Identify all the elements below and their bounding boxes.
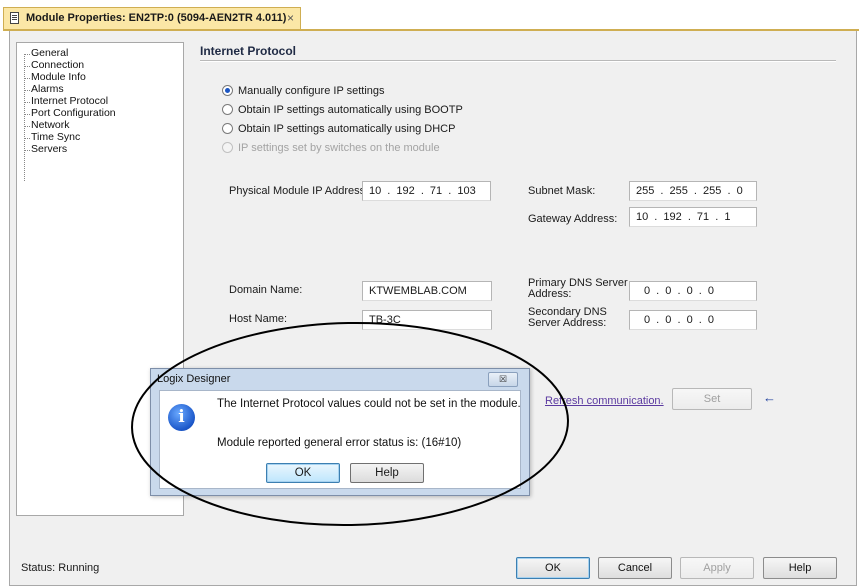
domain-name-label: Domain Name:: [229, 284, 303, 296]
tab-module-properties[interactable]: Module Properties: EN2TP:0 (5094-AEN2TR …: [3, 7, 301, 29]
tree-branch: [24, 54, 30, 55]
tree-item-general[interactable]: General: [31, 47, 68, 59]
dialog-body: i The Internet Protocol values could not…: [159, 390, 521, 489]
status-text: Status: Running: [21, 562, 100, 574]
tree-branch: [24, 126, 30, 127]
tree-branch: [24, 138, 30, 139]
tree-branch: [24, 78, 30, 79]
dialog-title: Logix Designer: [157, 373, 231, 385]
host-name-label: Host Name:: [229, 313, 288, 325]
subnet-mask-field[interactable]: 255 . 255 . 255 . 0: [629, 181, 757, 201]
tree-branch: [24, 114, 30, 115]
primary-dns-label-line2: Address:: [528, 288, 572, 300]
dialog-close-icon[interactable]: ☒: [488, 372, 518, 387]
primary-dns-field[interactable]: 0 . 0 . 0 . 0: [629, 281, 757, 301]
arrow-left-icon: ←: [763, 390, 776, 405]
radio-label: Manually configure IP settings: [238, 85, 385, 97]
tree-connector: [24, 54, 25, 181]
tree-branch: [24, 150, 30, 151]
secondary-dns-label-line2: Server Address:: [528, 317, 607, 329]
radio-button[interactable]: [222, 104, 233, 115]
primary-dns-label: Primary DNS Server Address:: [528, 278, 628, 300]
tree-item-internet-protocol[interactable]: Internet Protocol: [31, 95, 108, 107]
tree-branch: [24, 102, 30, 103]
section-divider: [200, 60, 836, 62]
ip-address-field[interactable]: 10 . 192 . 71 . 103: [362, 181, 491, 201]
refresh-communication-link[interactable]: Refresh communication.: [545, 395, 664, 407]
domain-name-field[interactable]: KTWEMBLAB.COM: [362, 281, 492, 301]
tree-branch: [24, 90, 30, 91]
secondary-dns-label: Secondary DNS Server Address:: [528, 307, 607, 329]
tree-item-module-info[interactable]: Module Info: [31, 71, 86, 83]
apply-button[interactable]: Apply: [680, 557, 754, 579]
radio-button-selected[interactable]: [222, 85, 233, 96]
radio-label: Obtain IP settings automatically using B…: [238, 104, 463, 116]
dialog-message: The Internet Protocol values could not b…: [217, 398, 521, 410]
radio-label: IP settings set by switches on the modul…: [238, 142, 440, 154]
tree-item-port-configuration[interactable]: Port Configuration: [31, 107, 116, 119]
information-icon: i: [168, 404, 195, 431]
tree-branch: [24, 66, 30, 67]
dialog-error-status: Module reported general error status is:…: [217, 437, 462, 449]
secondary-dns-field[interactable]: 0 . 0 . 0 . 0: [629, 310, 757, 330]
error-dialog: Logix Designer ☒ i The Internet Protocol…: [150, 368, 530, 496]
radio-manual-ip[interactable]: Manually configure IP settings: [222, 85, 385, 97]
radio-label: Obtain IP settings automatically using D…: [238, 123, 456, 135]
tab-close-icon[interactable]: ×: [287, 11, 294, 25]
radio-button[interactable]: [222, 123, 233, 134]
radio-button-disabled: [222, 142, 233, 153]
set-button[interactable]: Set: [672, 388, 752, 410]
document-icon: [10, 12, 19, 24]
dialog-help-button[interactable]: Help: [350, 463, 424, 483]
gateway-address-label: Gateway Address:: [528, 213, 618, 225]
help-button[interactable]: Help: [763, 557, 837, 579]
gateway-address-field[interactable]: 10 . 192 . 71 . 1: [629, 207, 757, 227]
tree-item-servers[interactable]: Servers: [31, 143, 67, 155]
tree-item-alarms[interactable]: Alarms: [31, 83, 64, 95]
subnet-mask-label: Subnet Mask:: [528, 185, 596, 197]
tree-item-time-sync[interactable]: Time Sync: [31, 131, 80, 143]
section-title: Internet Protocol: [200, 44, 297, 58]
dialog-ok-button[interactable]: OK: [266, 463, 340, 483]
ok-button[interactable]: OK: [516, 557, 590, 579]
ip-address-label: Physical Module IP Address:: [229, 185, 369, 197]
cancel-button[interactable]: Cancel: [598, 557, 672, 579]
tree-item-connection[interactable]: Connection: [31, 59, 84, 71]
tree-item-network[interactable]: Network: [31, 119, 70, 131]
radio-dhcp[interactable]: Obtain IP settings automatically using D…: [222, 123, 455, 135]
radio-bootp[interactable]: Obtain IP settings automatically using B…: [222, 104, 463, 116]
radio-switches: IP settings set by switches on the modul…: [222, 142, 440, 154]
tab-title: Module Properties: EN2TP:0 (5094-AEN2TR …: [26, 12, 287, 24]
host-name-field[interactable]: TB-3C: [362, 310, 492, 330]
